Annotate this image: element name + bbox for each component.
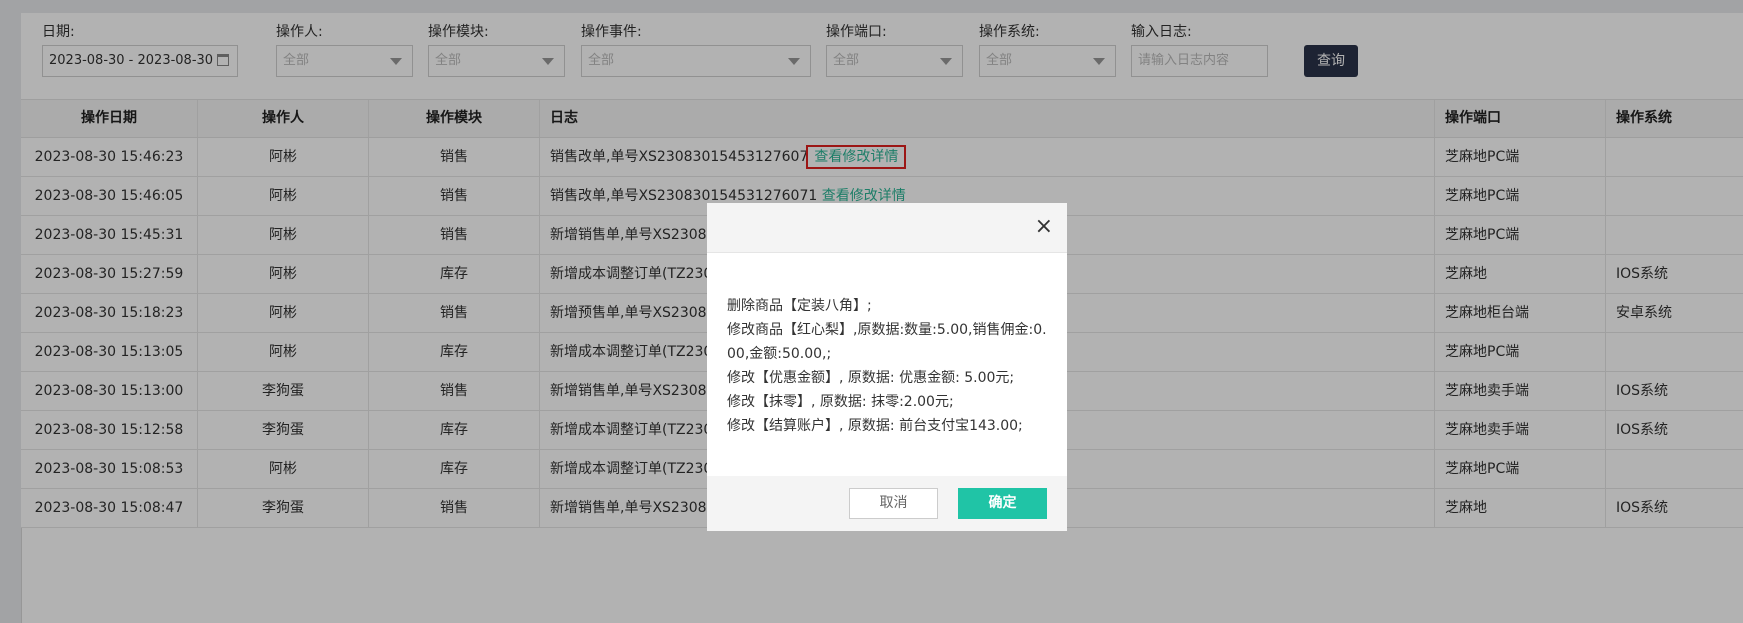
- modal-line: 修改商品【红心梨】,原数据:数量:5.00,销售佣金:0.00,金额:50.00…: [727, 322, 1047, 362]
- modal-line: 修改【结算账户】, 原数据: 前台支付宝143.00;: [727, 418, 1023, 434]
- modal-line: 修改【抹零】, 原数据: 抹零:2.00元;: [727, 394, 954, 410]
- close-icon[interactable]: ×: [1035, 213, 1053, 241]
- cancel-button[interactable]: 取消: [849, 488, 938, 519]
- modal-body: 删除商品【定装八角】; 修改商品【红心梨】,原数据:数量:5.00,销售佣金:0…: [727, 294, 1053, 438]
- modal-header: ×: [707, 203, 1067, 253]
- confirm-button[interactable]: 确定: [958, 488, 1047, 519]
- modal-line: 删除商品【定装八角】;: [727, 298, 872, 314]
- edit-detail-modal: × 删除商品【定装八角】; 修改商品【红心梨】,原数据:数量:5.00,销售佣金…: [707, 203, 1067, 531]
- modal-line: 修改【优惠金额】, 原数据: 优惠金额: 5.00元;: [727, 370, 1015, 386]
- modal-footer: 取消 确定: [707, 476, 1067, 531]
